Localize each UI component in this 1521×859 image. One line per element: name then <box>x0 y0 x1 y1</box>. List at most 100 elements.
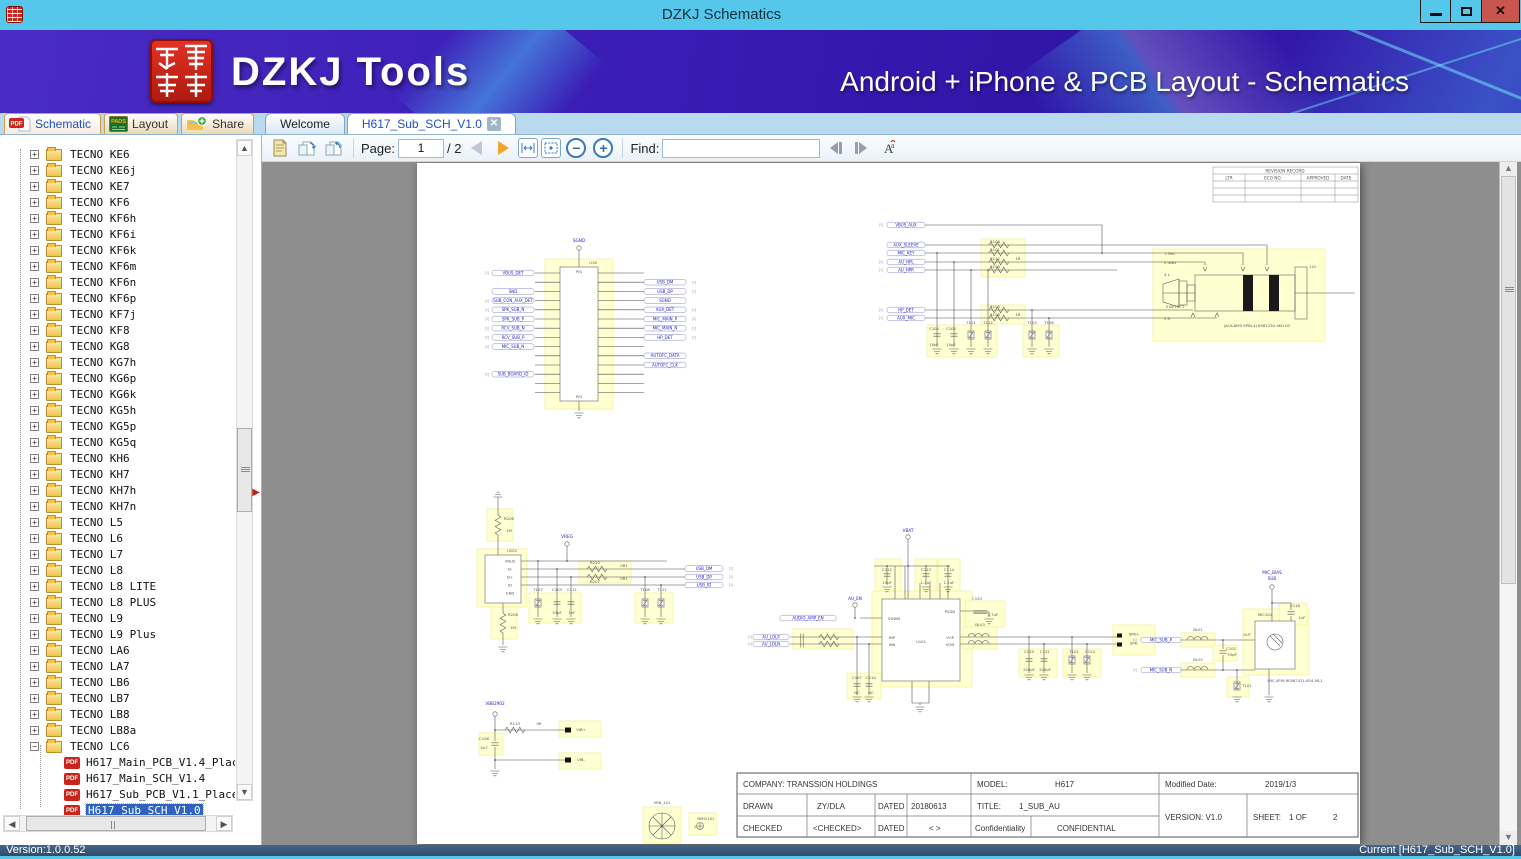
previous-page-button[interactable] <box>464 136 488 160</box>
tree-expander-icon[interactable]: + <box>30 438 39 447</box>
tree-expander-icon[interactable]: + <box>30 358 39 367</box>
tree-expander-icon[interactable]: + <box>30 470 39 479</box>
tree-expander-icon[interactable]: + <box>30 630 39 639</box>
tree-item[interactable]: + TECNO KH6 <box>0 451 235 467</box>
scroll-up-icon[interactable]: ▲ <box>237 140 252 156</box>
tree-item[interactable]: + TECNO L5 <box>0 515 235 531</box>
tree-expander-icon[interactable]: + <box>30 486 39 495</box>
fit-width-button[interactable] <box>518 138 539 158</box>
tree-expander-icon[interactable]: + <box>30 550 39 559</box>
tree-item[interactable]: + TECNO KF6m <box>0 259 235 275</box>
tree-expander-icon[interactable]: + <box>30 182 39 191</box>
find-next-button[interactable] <box>850 136 874 160</box>
tree-item[interactable]: + TECNO KF6 <box>0 195 235 211</box>
tree-expander-icon[interactable]: + <box>30 198 39 207</box>
scroll-right-icon[interactable]: ▶ <box>216 816 232 831</box>
tree-expander-icon[interactable]: + <box>30 694 39 703</box>
tree-expander-icon[interactable]: + <box>30 662 39 671</box>
tree-expander-icon[interactable]: + <box>30 406 39 415</box>
tree-item[interactable]: PDF H617_Main_SCH_V1.4 <box>0 771 235 787</box>
minimize-button[interactable] <box>1420 0 1451 23</box>
tree-item[interactable]: + TECNO L8 <box>0 563 235 579</box>
tree-expander-icon[interactable]: + <box>30 262 39 271</box>
tree-item[interactable]: + TECNO KE7 <box>0 179 235 195</box>
tree-item[interactable]: + TECNO KF6k <box>0 243 235 259</box>
tree-expander-icon[interactable]: + <box>30 502 39 511</box>
zoom-out-button[interactable]: − <box>564 136 588 160</box>
tree-expander-icon[interactable]: + <box>30 230 39 239</box>
tree-item[interactable]: + TECNO KG6k <box>0 387 235 403</box>
tab-schematic[interactable]: PDF Schematic <box>4 113 102 134</box>
tab-welcome[interactable]: Welcome <box>265 113 345 134</box>
tree-expander-icon[interactable]: + <box>30 566 39 575</box>
tree-expander-icon[interactable]: + <box>30 678 39 687</box>
tree-item[interactable]: + TECNO LB8 <box>0 707 235 723</box>
pdf-vertical-scrollbar[interactable]: ▲ ▼ <box>1499 162 1517 845</box>
tree-item[interactable]: + TECNO KH7n <box>0 499 235 515</box>
tree-item[interactable]: + TECNO KH7 <box>0 467 235 483</box>
tree-item[interactable]: + TECNO L9 <box>0 611 235 627</box>
tree-item[interactable]: + TECNO KG7h <box>0 355 235 371</box>
tab-share[interactable]: Share <box>181 113 255 134</box>
tree-item[interactable]: PDF H617_Sub_PCB_V1.1_Placement <box>0 787 235 803</box>
tree-item[interactable]: + TECNO KG8 <box>0 339 235 355</box>
tree-item[interactable]: + TECNO KE6j <box>0 163 235 179</box>
tree-item[interactable]: − TECNO LC6 <box>0 739 235 755</box>
tree-item[interactable]: + TECNO KG5p <box>0 419 235 435</box>
maximize-button[interactable] <box>1451 0 1482 23</box>
find-previous-button[interactable] <box>823 136 847 160</box>
tree-expander-icon[interactable]: + <box>30 582 39 591</box>
tree-expander-icon[interactable]: − <box>30 742 39 751</box>
tree-expander-icon[interactable]: + <box>30 310 39 319</box>
close-button[interactable]: ✕ <box>1482 0 1520 23</box>
panel-collapse-icon[interactable]: ▶ <box>252 487 260 498</box>
tree-expander-icon[interactable]: + <box>30 614 39 623</box>
tree-item[interactable]: + TECNO LA6 <box>0 643 235 659</box>
tree-expander-icon[interactable]: + <box>30 294 39 303</box>
tab-close-icon[interactable]: ✕ <box>486 117 501 131</box>
tree-item[interactable]: + TECNO KF7j <box>0 307 235 323</box>
zoom-in-button[interactable]: + <box>591 136 615 160</box>
tree-expander-icon[interactable]: + <box>30 342 39 351</box>
tree-scrollbar-thumb[interactable] <box>237 428 252 512</box>
tree-expander-icon[interactable]: + <box>30 534 39 543</box>
tree-item[interactable]: + TECNO KF6n <box>0 275 235 291</box>
tree-item[interactable]: + TECNO KF6h <box>0 211 235 227</box>
copy-page-button[interactable] <box>268 136 292 160</box>
tree-item[interactable]: + TECNO LA7 <box>0 659 235 675</box>
tree-item[interactable]: + TECNO KG6p <box>0 371 235 387</box>
tab-layout[interactable]: PADS Layout <box>104 113 179 134</box>
tree-item[interactable]: + TECNO KG5h <box>0 403 235 419</box>
tree-item[interactable]: + TECNO L8 LITE <box>0 579 235 595</box>
tree-hscrollbar-thumb[interactable] <box>26 816 206 831</box>
tree-expander-icon[interactable]: + <box>30 278 39 287</box>
tree-expander-icon[interactable]: + <box>30 518 39 527</box>
rotate-right-button[interactable] <box>322 136 346 160</box>
tree-expander-icon[interactable]: + <box>30 646 39 655</box>
tree-item[interactable]: + TECNO KF6i <box>0 227 235 243</box>
tree-item[interactable]: + TECNO L9 Plus <box>0 627 235 643</box>
tree-expander-icon[interactable]: + <box>30 246 39 255</box>
tree-item[interactable]: PDF H617_Main_PCB_V1.4_Placement <box>0 755 235 771</box>
tree-vertical-scrollbar[interactable]: ▲ ▼ <box>236 139 253 801</box>
scroll-down-icon[interactable]: ▼ <box>1500 831 1517 845</box>
tree-item[interactable]: + TECNO L6 <box>0 531 235 547</box>
tree-expander-icon[interactable]: + <box>30 166 39 175</box>
tree-item[interactable]: + TECNO L8 PLUS <box>0 595 235 611</box>
pdf-scrollbar-thumb[interactable] <box>1501 176 1516 584</box>
tree-horizontal-scrollbar[interactable]: ◀ ▶ <box>3 815 233 832</box>
tree-item[interactable]: + TECNO KF6p <box>0 291 235 307</box>
tree-expander-icon[interactable]: + <box>30 374 39 383</box>
tree-item[interactable]: + TECNO L7 <box>0 547 235 563</box>
pdf-canvas-area[interactable]: REVISION RECORD LTR ECO NO. APPROVED DAT… <box>262 162 1521 845</box>
tree-expander-icon[interactable]: + <box>30 726 39 735</box>
text-zoom-button[interactable]: Aa <box>877 136 901 160</box>
tree-item[interactable]: + TECNO LB7 <box>0 691 235 707</box>
tree-item[interactable]: + TECNO KG5q <box>0 435 235 451</box>
tree-expander-icon[interactable]: + <box>30 214 39 223</box>
tree-expander-icon[interactable]: + <box>30 150 39 159</box>
tree-item[interactable]: + TECNO LB8a <box>0 723 235 739</box>
fit-page-button[interactable] <box>541 138 562 158</box>
rotate-left-button[interactable] <box>295 136 319 160</box>
tree-expander-icon[interactable]: + <box>30 710 39 719</box>
